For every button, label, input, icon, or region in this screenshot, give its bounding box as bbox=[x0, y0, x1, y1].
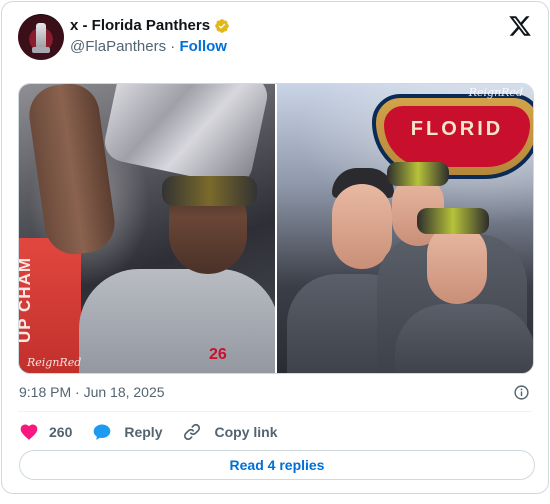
handle-row: @FlaPanthers · Follow bbox=[70, 38, 227, 55]
reply-label: Reply bbox=[124, 424, 163, 440]
player-goggles-right bbox=[417, 208, 489, 234]
author-name-row: x - Florida Panthers bbox=[70, 17, 230, 34]
post-header: x - Florida Panthers @FlaPanthers · Foll… bbox=[18, 14, 534, 62]
action-bar: 260 Reply Copy link bbox=[19, 420, 298, 444]
player-body-right bbox=[395, 304, 533, 373]
copy-link-button[interactable]: Copy link bbox=[182, 422, 278, 442]
stanley-cup bbox=[101, 84, 271, 189]
copy-link-label: Copy link bbox=[214, 424, 278, 440]
x-logo-icon[interactable] bbox=[508, 14, 532, 38]
banner-text: UP CHAM bbox=[19, 256, 34, 343]
reply-button[interactable]: Reply bbox=[92, 422, 162, 442]
embedded-post-card: x - Florida Panthers @FlaPanthers · Foll… bbox=[1, 1, 549, 494]
divider bbox=[18, 411, 532, 412]
player-face-left bbox=[332, 184, 392, 269]
speech-bubble-icon bbox=[94, 424, 111, 440]
like-button[interactable]: 260 bbox=[19, 422, 72, 442]
follow-button[interactable]: Follow bbox=[179, 38, 227, 55]
verified-badge-icon bbox=[215, 18, 229, 33]
avatar[interactable] bbox=[18, 14, 64, 60]
like-count: 260 bbox=[49, 424, 73, 440]
author-name[interactable]: x - Florida Panthers bbox=[70, 17, 210, 34]
player-face-right bbox=[427, 224, 487, 304]
left-watermark: ReignRed bbox=[27, 356, 82, 369]
player-shirt bbox=[79, 269, 275, 373]
player-goggles-center bbox=[387, 162, 449, 186]
jersey-number: 26 bbox=[209, 346, 227, 363]
photo-players-celebrating[interactable]: FLORID ReignRed bbox=[277, 84, 533, 373]
photo-player-with-cup[interactable]: UP CHAM 26 ReignRed bbox=[19, 84, 275, 373]
link-icon bbox=[184, 423, 201, 441]
info-icon[interactable] bbox=[513, 384, 530, 401]
right-watermark: ReignRed bbox=[468, 86, 523, 99]
player-goggles bbox=[162, 176, 257, 206]
separator-dot: · bbox=[170, 38, 176, 55]
media-gallery: UP CHAM 26 ReignRed FLORID ReignRed bbox=[18, 83, 534, 374]
read-replies-button[interactable]: Read 4 replies bbox=[19, 450, 535, 480]
logo-text: FLORID bbox=[410, 118, 504, 140]
championship-banner: UP CHAM bbox=[19, 238, 81, 373]
author-handle[interactable]: @FlaPanthers bbox=[70, 38, 166, 55]
post-timestamp[interactable]: 9:18 PM · Jun 18, 2025 bbox=[19, 384, 165, 400]
heart-icon bbox=[20, 424, 38, 440]
